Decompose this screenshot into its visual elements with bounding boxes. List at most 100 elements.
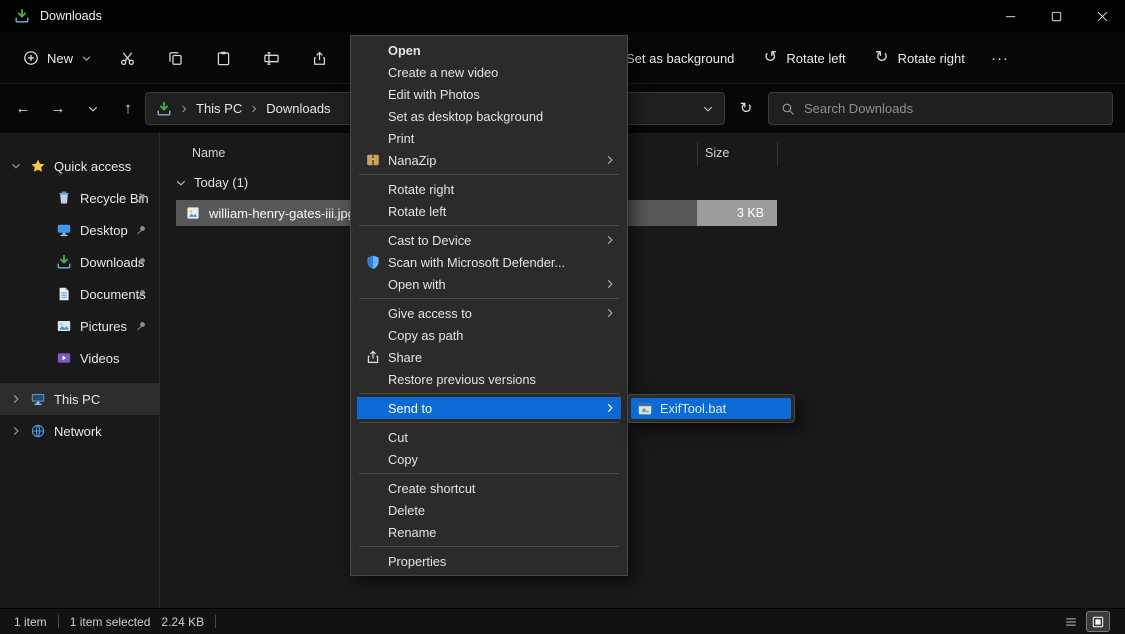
context-menu-item-share[interactable]: Share [357, 346, 621, 368]
large-icons-view-button[interactable] [1087, 612, 1109, 631]
sidebar-item-this-pc[interactable]: This PC [0, 383, 159, 415]
minimize-button[interactable] [987, 0, 1033, 32]
context-menu-item-print[interactable]: Print [357, 127, 621, 149]
sidebar-item-recycle-bin[interactable]: Recycle Bin [0, 182, 159, 214]
close-button[interactable] [1079, 0, 1125, 32]
menu-separator [359, 393, 619, 394]
share-button[interactable] [296, 41, 342, 75]
network-icon [30, 423, 46, 439]
sidebar-item-downloads[interactable]: Downloads [0, 246, 159, 278]
column-header-name[interactable]: Name [192, 146, 225, 160]
rename-icon [263, 50, 280, 67]
back-button[interactable]: ← [6, 92, 40, 125]
rename-button[interactable] [248, 41, 294, 75]
rotate-left-icon: ↺ [762, 50, 778, 66]
chevron-down-icon [10, 160, 22, 172]
rotate-left-button[interactable]: ↺Rotate left [748, 41, 859, 75]
paste-button[interactable] [200, 41, 246, 75]
pin-icon [135, 224, 147, 236]
sidebar-item-quick-access[interactable]: Quick access [0, 150, 159, 182]
context-menu-item-scan-with-microsoft-defender[interactable]: Scan with Microsoft Defender... [357, 251, 621, 273]
sidebar: Quick accessRecycle BinDesktopDownloadsD… [0, 133, 160, 608]
column-divider[interactable] [777, 142, 778, 166]
share-icon [311, 50, 328, 67]
submenu-item-exiftool-bat[interactable]: ExifTool.bat [631, 398, 791, 419]
context-menu-item-properties[interactable]: Properties [357, 550, 621, 572]
context-menu-item-rotate-right[interactable]: Rotate right [357, 178, 621, 200]
sidebar-item-pictures[interactable]: Pictures [0, 310, 159, 342]
view-toggle-buttons [1060, 612, 1109, 631]
menu-item-label: Rename [388, 525, 436, 540]
chevron-right-icon [10, 393, 22, 405]
context-menu-item-cut[interactable]: Cut [357, 426, 621, 448]
context-menu-item-edit-with-photos[interactable]: Edit with Photos [357, 83, 621, 105]
menu-item-label: Edit with Photos [388, 87, 480, 102]
column-divider[interactable] [697, 142, 698, 166]
context-menu-item-rename[interactable]: Rename [357, 521, 621, 543]
downloads-icon [56, 254, 72, 270]
sidebar-item-desktop[interactable]: Desktop [0, 214, 159, 246]
group-header[interactable]: Today (1) [175, 175, 248, 190]
paste-icon [215, 50, 232, 67]
this-pc-icon [30, 391, 46, 407]
status-divider [58, 615, 59, 628]
breadcrumb-downloads[interactable]: Downloads [266, 101, 330, 116]
context-menu-item-restore-previous-versions[interactable]: Restore previous versions [357, 368, 621, 390]
menu-separator [359, 225, 619, 226]
file-name: william-henry-gates-iii.jpg [209, 206, 355, 221]
search-input[interactable] [804, 101, 1100, 116]
cut-button[interactable] [104, 41, 150, 75]
new-button[interactable]: New [12, 41, 103, 75]
context-menu-item-nanazip[interactable]: NanaZip [357, 149, 621, 171]
chevron-down-icon [175, 177, 187, 189]
menu-item-label: Scan with Microsoft Defender... [388, 255, 565, 270]
defender-icon [365, 254, 381, 270]
up-button[interactable]: ↑ [111, 92, 145, 125]
chevron-right-icon [604, 307, 616, 319]
menu-item-label: NanaZip [388, 153, 436, 168]
menu-item-label: Cut [388, 430, 408, 445]
context-menu-item-set-as-desktop-background[interactable]: Set as desktop background [357, 105, 621, 127]
context-menu-item-rotate-left[interactable]: Rotate left [357, 200, 621, 222]
context-menu-item-send-to[interactable]: Send to [357, 397, 621, 419]
context-menu-item-open[interactable]: Open [357, 39, 621, 61]
search-box[interactable] [768, 92, 1113, 125]
file-size: 3 KB [697, 200, 777, 226]
refresh-button[interactable]: ↻ [729, 92, 763, 125]
window-title: Downloads [40, 9, 102, 23]
sidebar-item-network[interactable]: Network [0, 415, 159, 447]
column-header-size[interactable]: Size [705, 146, 729, 160]
copy-button[interactable] [152, 41, 198, 75]
breadcrumb-this-pc[interactable]: This PC [196, 101, 242, 116]
maximize-button[interactable] [1033, 0, 1079, 32]
back-arrow-icon: ← [16, 101, 31, 116]
details-view-button[interactable] [1060, 612, 1082, 631]
more-options-button[interactable]: ··· [980, 41, 1020, 75]
sidebar-item-label: This PC [54, 392, 100, 407]
rotate-right-button[interactable]: ↻Rotate right [860, 41, 979, 75]
sidebar-item-videos[interactable]: Videos [0, 342, 159, 374]
address-dropdown-icon[interactable] [702, 103, 714, 115]
forward-button[interactable]: → [41, 92, 75, 125]
context-menu-item-copy-as-path[interactable]: Copy as path [357, 324, 621, 346]
recent-locations-button[interactable] [76, 92, 110, 125]
file-list-area: Name Size Today (1) william-henry-gates-… [161, 133, 1125, 608]
column-headers: Name Size [161, 141, 1125, 167]
chevron-right-icon [249, 104, 259, 114]
context-menu-item-open-with[interactable]: Open with [357, 273, 621, 295]
context-menu-item-copy[interactable]: Copy [357, 448, 621, 470]
context-menu-item-delete[interactable]: Delete [357, 499, 621, 521]
desktop-icon [56, 222, 72, 238]
toolbar-right-buttons: Set as background↺Rotate left↻Rotate rig… [588, 41, 979, 75]
forward-arrow-icon: → [51, 101, 66, 116]
context-menu-item-create-a-new-video[interactable]: Create a new video [357, 61, 621, 83]
context-menu-item-create-shortcut[interactable]: Create shortcut [357, 477, 621, 499]
context-menu-item-cast-to-device[interactable]: Cast to Device [357, 229, 621, 251]
pin-icon [135, 320, 147, 332]
context-menu-item-give-access-to[interactable]: Give access to [357, 302, 621, 324]
sidebar-item-documents[interactable]: Documents [0, 278, 159, 310]
chevron-right-icon [604, 154, 616, 166]
menu-item-label: Give access to [388, 306, 472, 321]
chevron-right-icon [10, 425, 22, 437]
up-arrow-icon: ↑ [124, 101, 132, 116]
